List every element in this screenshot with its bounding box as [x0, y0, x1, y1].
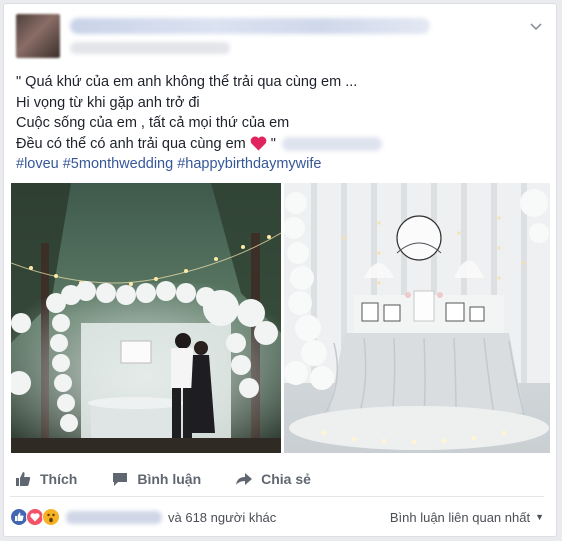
comment-label: Bình luận [137, 471, 202, 487]
comment-button[interactable]: Bình luận [111, 470, 201, 488]
like-label: Thích [40, 471, 78, 487]
red-heart-icon [250, 136, 267, 151]
post-message: " Quá khứ của em anh không thể trải qua … [16, 72, 546, 175]
closing-quote: " [270, 135, 276, 152]
author-name-blurred[interactable] [70, 18, 430, 34]
caret-down-icon: ▼ [535, 512, 544, 522]
hashtag-list: #loveu #5monthwedding #happybirthdaymywi… [16, 154, 546, 175]
post-timestamp-blurred[interactable] [70, 42, 230, 54]
post-header [14, 12, 546, 62]
share-arrow-icon [235, 470, 253, 488]
hashtag-link[interactable]: #happybirthdaymywife [177, 154, 321, 175]
thumbs-up-icon [14, 470, 32, 488]
chevron-down-icon[interactable] [526, 16, 546, 36]
post-photo-couple[interactable] [11, 183, 281, 453]
post-line-with-heart: Đều có thể có anh trải qua cùng em " [16, 134, 546, 155]
blurred-text [281, 136, 382, 151]
share-button[interactable]: Chia sẻ [235, 470, 311, 488]
post-photo-dessert-table[interactable] [284, 183, 550, 453]
wow-reaction-icon [42, 508, 60, 526]
like-button[interactable]: Thích [14, 470, 77, 488]
share-label: Chia sẻ [261, 471, 311, 487]
post-action-bar: Thích Bình luận Chia sẻ [10, 462, 544, 497]
hashtag-link[interactable]: #5monthwedding [63, 154, 173, 175]
post-line: " Quá khứ của em anh không thể trải qua … [16, 74, 358, 90]
post-line: Cuộc sống của em , tất cả mọi thứ của em [16, 115, 290, 131]
reactor-names-blurred[interactable] [66, 510, 162, 524]
hashtag-link[interactable]: #loveu [16, 154, 59, 175]
post-line: Hi vọng từ khi gặp anh trở đi [16, 94, 200, 111]
comment-sort-dropdown[interactable]: Bình luận liên quan nhất ▼ [390, 510, 544, 525]
speech-bubble-icon [111, 470, 129, 488]
post-line: Đều có thể có anh trải qua cùng em [16, 135, 246, 152]
comment-sort-label: Bình luận liên quan nhất [389, 509, 531, 525]
reaction-icons[interactable] [10, 508, 60, 526]
reaction-count[interactable]: và 618 người khác [168, 510, 276, 525]
reactions-bar: và 618 người khác Bình luận liên quan nh… [10, 506, 544, 528]
avatar[interactable] [16, 14, 60, 58]
